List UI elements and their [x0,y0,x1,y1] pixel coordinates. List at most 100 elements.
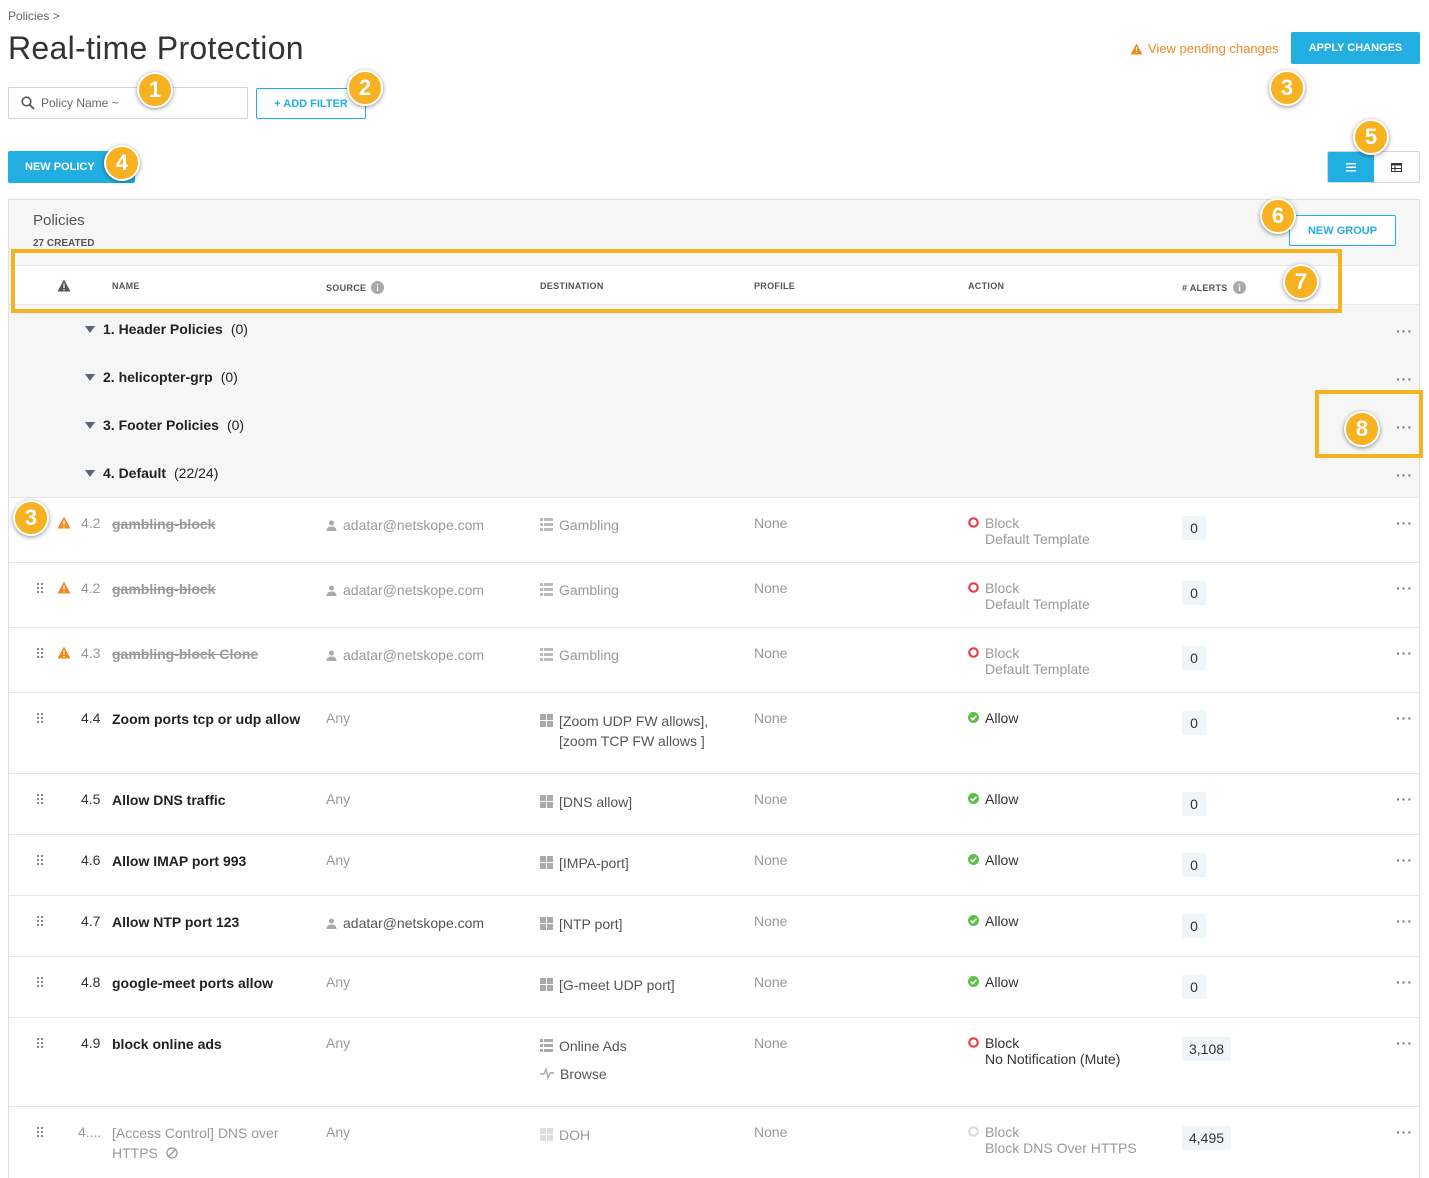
table-row[interactable]: ⠿ 4.9 block online ads Any Online Ads Br… [9,1018,1419,1107]
user-icon [326,520,337,531]
category-icon [540,1039,553,1052]
drag-handle-icon[interactable]: ⠿ [35,1125,45,1142]
policy-name[interactable]: Allow DNS traffic [112,790,317,810]
drag-handle-icon[interactable]: ⠿ [35,853,45,870]
alert-count-badge[interactable]: 0 [1182,853,1206,877]
row-menu-button[interactable]: ··· [1396,913,1413,929]
alert-count-badge[interactable]: 0 [1182,711,1206,735]
policy-name[interactable]: Allow NTP port 123 [112,912,317,932]
policy-action: Block Default Template [968,515,1090,547]
destination-value: Gambling [559,647,619,663]
table-row[interactable]: ⠿ 4.8 google-meet ports allow Any [G-mee… [9,957,1419,1018]
table-row[interactable]: ⠿ 4.6 Allow IMAP port 993 Any [IMPA-port… [9,835,1419,896]
action-template: Default Template [985,596,1090,612]
expand-caret-icon[interactable] [85,421,95,429]
group-menu-button[interactable]: ··· [1396,467,1413,483]
search-icon [21,96,35,110]
source-value: adatar@netskope.com [343,517,485,533]
drag-handle-icon[interactable]: ⠿ [35,914,45,931]
apply-changes-button[interactable]: APPLY CHANGES [1291,32,1420,64]
policy-destination: [Zoom UDP FW allows], [zoom TCP FW allows… [540,711,708,751]
policy-name[interactable]: gambling-block [112,514,317,534]
callout-badge: 8 [1344,411,1380,447]
drag-handle-icon[interactable]: ⠿ [35,646,45,663]
policy-action: Block No Notification (Mute) [968,1035,1120,1067]
row-menu-button[interactable]: ··· [1396,1124,1413,1140]
breadcrumb[interactable]: Policies > [8,9,60,23]
policy-name[interactable]: Zoom ports tcp or udp allow [112,709,317,729]
search-input[interactable]: Policy Name ~ [8,87,248,119]
allow-check-icon [968,854,979,865]
group-row[interactable]: 1. Header Policies (0) [85,321,248,337]
table-row[interactable]: ⠿ 4.2 gambling-block adatar@netskope.com… [9,563,1419,628]
policy-name[interactable]: Allow IMAP port 993 [112,851,317,871]
policy-destination: [DNS allow] [540,792,632,812]
policy-count: 27 CREATED [33,238,95,249]
alert-count-badge[interactable]: 0 [1182,516,1206,540]
expand-caret-icon[interactable] [85,373,95,381]
group-menu-button[interactable]: ··· [1396,371,1413,387]
row-menu-button[interactable]: ··· [1396,710,1413,726]
view-toggle [1327,151,1420,183]
drag-handle-icon[interactable]: ⠿ [35,975,45,992]
policy-destination: Gambling [540,515,619,535]
group-name: 3. Footer Policies [103,417,219,433]
view-pending-changes-link[interactable]: View pending changes [1130,41,1279,56]
group-row[interactable]: 3. Footer Policies (0) [85,417,244,433]
drag-handle-icon[interactable]: ⠿ [35,581,45,598]
table-row[interactable]: ⠿ 4.7 Allow NTP port 123 adatar@netskope… [9,896,1419,957]
expand-caret-icon[interactable] [85,325,95,333]
panel-title: Policies [33,212,85,229]
policy-profile: None [754,645,788,661]
alert-count-badge[interactable]: 0 [1182,975,1206,999]
expand-caret-icon[interactable] [85,469,95,477]
row-menu-button[interactable]: ··· [1396,645,1413,661]
row-menu-button[interactable]: ··· [1396,974,1413,990]
alert-count-badge[interactable]: 4,495 [1182,1126,1232,1150]
policy-destination: [G-meet UDP port] [540,975,675,995]
policy-name[interactable]: gambling-block Clone [112,644,317,664]
app-group-icon [540,856,553,869]
group-menu-button[interactable]: ··· [1396,323,1413,339]
policy-name[interactable]: block online ads [112,1034,317,1054]
row-menu-button[interactable]: ··· [1396,580,1413,596]
app-group-icon [540,978,553,991]
source-value: adatar@netskope.com [343,647,485,663]
table-row[interactable]: 4.2 gambling-block adatar@netskope.com G… [9,498,1419,563]
warning-icon [57,581,71,597]
group-row[interactable]: 2. helicopter-grp (0) [85,369,238,385]
policy-source: adatar@netskope.com [326,915,484,931]
new-group-button[interactable]: NEW GROUP [1289,215,1396,246]
drag-handle-icon[interactable]: ⠿ [35,711,45,728]
action-value: Allow [985,852,1019,868]
alert-count-badge[interactable]: 0 [1182,581,1206,605]
alert-count-badge[interactable]: 0 [1182,792,1206,816]
policy-profile: None [754,515,788,531]
policy-destination: Online Ads Browse [540,1036,627,1084]
category-icon [540,518,553,531]
row-menu-button[interactable]: ··· [1396,852,1413,868]
policy-source: Any [326,791,351,807]
row-menu-button[interactable]: ··· [1396,1035,1413,1051]
alert-count-badge[interactable]: 0 [1182,646,1206,670]
drag-handle-icon[interactable]: ⠿ [35,792,45,809]
row-menu-button[interactable]: ··· [1396,791,1413,807]
drag-handle-icon[interactable]: ⠿ [35,1036,45,1053]
policy-name[interactable]: [Access Control] DNS over HTTPS [112,1123,317,1163]
allow-check-icon [968,976,979,987]
alert-count-badge[interactable]: 0 [1182,914,1206,938]
table-row[interactable]: ⠿ 4.4 Zoom ports tcp or udp allow Any [Z… [9,693,1419,774]
table-row[interactable]: ⠿ 4.5 Allow DNS traffic Any [DNS allow] … [9,774,1419,835]
group-row[interactable]: 4. Default (22/24) [85,465,218,481]
warning-icon [57,516,71,532]
row-menu-button[interactable]: ··· [1396,515,1413,531]
table-row[interactable]: ⠿ 4.... [Access Control] DNS over HTTPS … [9,1107,1419,1178]
policy-number: 4.7 [81,913,101,929]
policy-name[interactable]: gambling-block [112,579,317,599]
table-view-button[interactable] [1374,152,1420,182]
table-row[interactable]: ⠿ 4.3 gambling-block Clone adatar@netsko… [9,628,1419,693]
policy-name[interactable]: google-meet ports allow [112,973,317,993]
list-view-button[interactable] [1328,152,1374,182]
block-icon [968,582,979,593]
alert-count-badge[interactable]: 3,108 [1182,1037,1232,1061]
